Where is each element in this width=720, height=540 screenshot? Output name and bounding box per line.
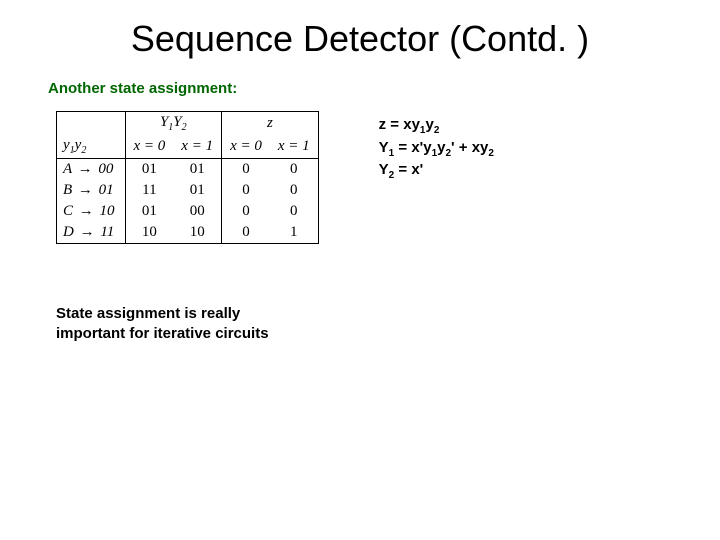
cell: 0 — [270, 180, 318, 201]
cell: 01 — [173, 180, 221, 201]
table-row: C → 10 01 00 0 0 — [57, 201, 319, 222]
cell: 0 — [222, 180, 270, 201]
corner-sub2: 2 — [81, 145, 86, 156]
table-row: D → 11 10 10 0 1 — [57, 222, 319, 244]
state-code: 00 — [98, 161, 113, 177]
z-group-header: z — [222, 112, 319, 136]
cell: 10 — [173, 222, 221, 244]
cell: 1 — [270, 222, 318, 244]
cell: 0 — [222, 201, 270, 222]
state-name: A — [63, 161, 72, 177]
y-sub2: 2 — [182, 122, 187, 133]
cell: 01 — [173, 159, 221, 181]
state-table: Y1Y2 z y1y2 x = 0 x = 1 x = 0 x = 1 A → … — [56, 111, 319, 244]
col-x0-y: x = 0 — [125, 135, 173, 159]
col-x0-z: x = 0 — [222, 135, 270, 159]
table-row: B → 01 11 01 0 0 — [57, 180, 319, 201]
cell: 00 — [173, 201, 221, 222]
corner-label: y — [63, 137, 70, 153]
cell: 0 — [270, 159, 318, 181]
cell: 10 — [125, 222, 173, 244]
state-name: C — [63, 203, 73, 219]
state-name: D — [63, 224, 74, 240]
state-code: 11 — [100, 224, 114, 240]
cell: 0 — [222, 159, 270, 181]
cell: 01 — [125, 201, 173, 222]
footnote: State assignment is really important for… — [56, 302, 269, 345]
note-line1: State assignment is really — [56, 304, 269, 324]
table-row: A → 00 01 01 0 0 — [57, 159, 319, 181]
col-x1-y: x = 1 — [173, 135, 221, 159]
eq-y1: Y1 = x'y1y2' + xy2 — [379, 138, 494, 161]
equations-block: z = xy1y2 Y1 = x'y1y2' + xy2 Y2 = x' — [379, 115, 494, 183]
state-name: B — [63, 182, 72, 198]
note-line2: important for iterative circuits — [56, 324, 269, 344]
state-code: 10 — [100, 203, 115, 219]
cell: 11 — [125, 180, 173, 201]
cell: 0 — [222, 222, 270, 244]
eq-y2: Y2 = x' — [379, 160, 494, 183]
col-x1-z: x = 1 — [270, 135, 318, 159]
page-title: Sequence Detector (Contd. ) — [0, 0, 720, 80]
subtitle: Another state assignment: — [48, 80, 720, 97]
state-code: 01 — [99, 182, 114, 198]
eq-z: z = xy1y2 — [379, 115, 494, 138]
cell: 0 — [270, 201, 318, 222]
content-row: Y1Y2 z y1y2 x = 0 x = 1 x = 0 x = 1 A → … — [0, 111, 720, 244]
cell: 01 — [125, 159, 173, 181]
y-group-header2: Y — [173, 114, 181, 130]
